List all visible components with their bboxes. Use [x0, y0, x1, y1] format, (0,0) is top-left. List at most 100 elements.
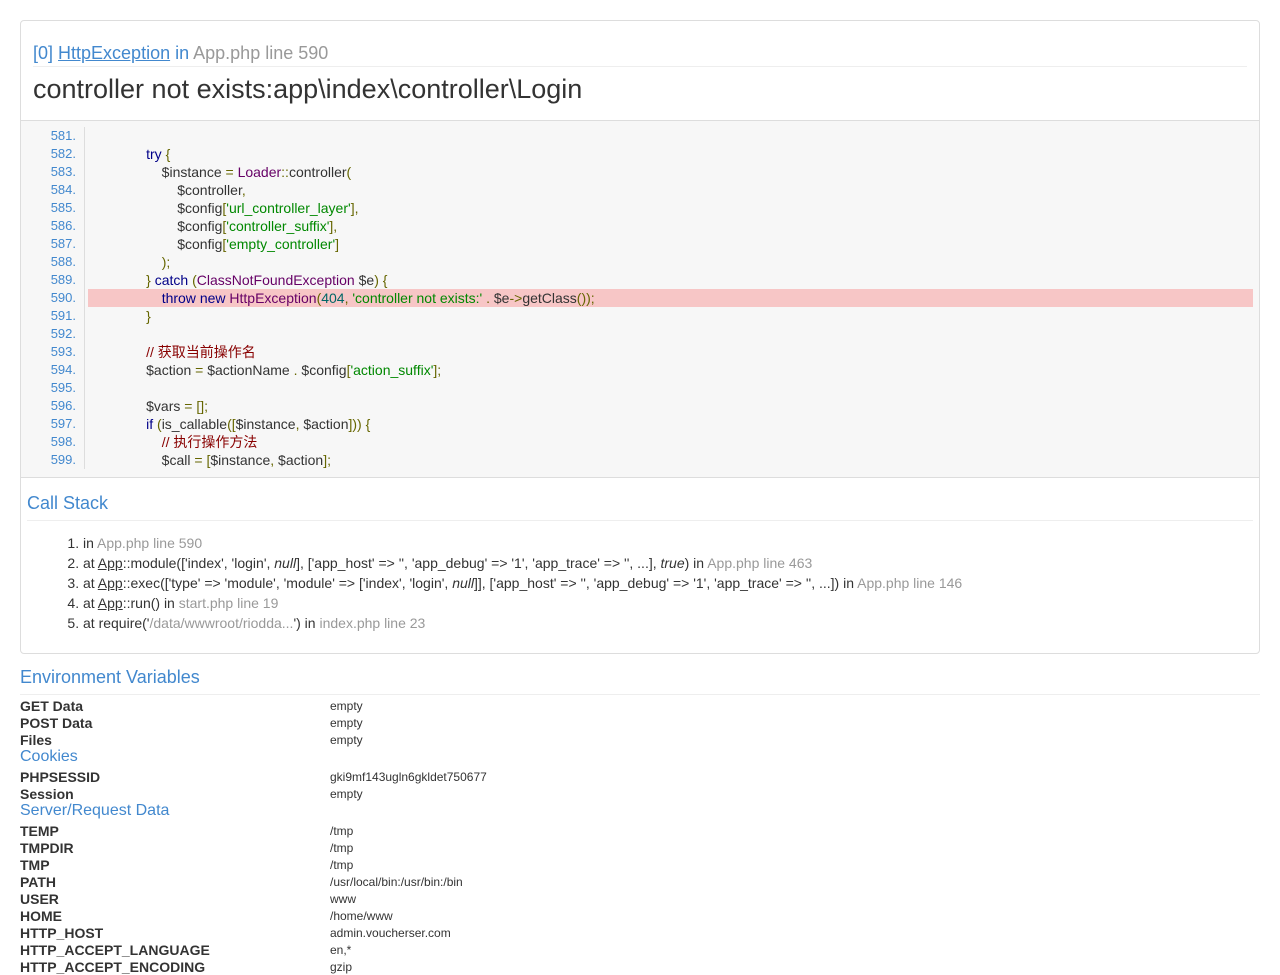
environment-table: TEMP/tmp TMPDIR/tmp TMP/tmp PATH/usr/local/… — [20, 822, 463, 975]
source-line: 582. try { — [21, 145, 1253, 163]
environment-row: USER www — [20, 890, 463, 907]
line-number: 587. — [21, 235, 85, 253]
environment-key: HTTP_ACCEPT_LANGUAGE — [20, 941, 210, 958]
environment-value: empty — [330, 786, 363, 801]
environment-value: en,* — [330, 942, 352, 957]
exception-panel: [0] HttpException in App.php line 590 co… — [20, 20, 1260, 654]
environment-title: Environment Variables — [20, 666, 1260, 695]
source-line: 585. $config['url_controller_layer'], — [21, 199, 1253, 217]
environment-key: TMP — [20, 856, 50, 873]
exception-index: [0] — [33, 43, 54, 63]
call-stack-item: at require('/data/wwwroot/riodda...') in… — [83, 613, 1253, 633]
environment-row: HTTP_ACCEPT_LANGUAGE en,* — [20, 941, 463, 958]
source-line: 590. throw new HttpException(404, 'contr… — [21, 289, 1253, 307]
line-code: // 获取当前操作名 — [146, 344, 256, 360]
source-code-list: 581. 582. try {583. $instance = Loader::c… — [21, 127, 1253, 469]
environment-value: empty — [330, 732, 363, 747]
line-code: $vars = []; — [115, 398, 208, 414]
line-number: 583. — [21, 163, 85, 181]
exception-class-link[interactable]: HttpException — [58, 43, 170, 63]
exception-header: [0] HttpException in App.php line 590 co… — [21, 21, 1259, 121]
call-stack-item: at App::module(['index', 'login', null],… — [83, 553, 1253, 573]
environment-row: TMPDIR/tmp — [20, 839, 463, 856]
line-number: 588. — [21, 253, 85, 271]
environment-value: empty — [330, 715, 363, 730]
line-number: 592. — [21, 325, 85, 343]
environment-value: admin.voucherser.com — [330, 925, 451, 940]
environment-value: /tmp — [330, 840, 354, 855]
line-code: $action = $actionName . $config['action_… — [115, 362, 442, 378]
environment-key: HTTP_ACCEPT_ENCODING — [20, 958, 206, 975]
environment-key: USER — [20, 890, 59, 907]
line-code: } — [146, 308, 151, 324]
call-stack-item: in App.php line 590 — [83, 533, 1253, 553]
line-code: throw new HttpException(404, 'controller… — [88, 289, 1253, 307]
line-code: ); — [161, 254, 171, 270]
line-code: $config['url_controller_layer'], — [115, 200, 359, 216]
environment-row: POST Data empty — [20, 714, 363, 731]
source-line: 599. $call = [$instance, $action]; — [21, 451, 1253, 469]
environment-row: Session empty — [20, 785, 487, 802]
call-stack-panel: Call Stack in App.php line 590at App::mo… — [21, 478, 1259, 653]
environment-body: GET Data empty POST Data empty Files empty Coo… — [20, 697, 1260, 975]
environment-row: GET Data empty — [20, 697, 363, 714]
environment-key: POST Data — [20, 714, 93, 731]
environment-row: HOME/home/www — [20, 907, 463, 924]
line-number: 585. — [21, 199, 85, 217]
source-line: 587. $config['empty_controller'] — [21, 235, 1253, 253]
exception-in-word: in — [175, 43, 190, 63]
environment-table: PHPSESSID gki9mf143ugln6gkldet750677 Sessi… — [20, 768, 487, 802]
environment-section-title: Server/Request Data — [20, 802, 170, 819]
line-code: } catch (ClassNotFoundException $e) { — [146, 272, 388, 288]
line-code: $call = [$instance, $action]; — [115, 452, 331, 468]
source-code-panel: 581. 582. try {583. $instance = Loader::c… — [21, 121, 1259, 478]
line-code: $config['controller_suffix'], — [115, 218, 338, 234]
environment-value: gzip — [330, 959, 353, 974]
source-line: 595. — [21, 379, 1253, 397]
line-number: 586. — [21, 217, 85, 235]
line-code: $instance = Loader::controller( — [115, 164, 352, 180]
environment-value: empty — [330, 698, 363, 713]
line-number: 594. — [21, 361, 85, 379]
environment-row: PHPSESSID gki9mf143ugln6gkldet750677 — [20, 768, 487, 785]
source-line: 581. — [21, 127, 1253, 145]
source-line: 583. $instance = Loader::controller( — [21, 163, 1253, 181]
page: [0] HttpException in App.php line 590 co… — [0, 0, 1280, 975]
environment-key: TMPDIR — [20, 839, 74, 856]
exception-file-line: App.php line 590 — [193, 43, 329, 63]
environment-table: GET Data empty POST Data empty Files empty — [20, 697, 363, 748]
environment-value: www — [330, 891, 356, 906]
line-number: 584. — [21, 181, 85, 199]
environment-section-title: Cookies — [20, 748, 78, 765]
environment-key: GET Data — [20, 697, 84, 714]
source-line: 584. $controller, — [21, 181, 1253, 199]
environment-value: gki9mf143ugln6gkldet750677 — [330, 769, 487, 784]
environment-key: PHPSESSID — [20, 768, 101, 785]
environment-key: PATH — [20, 873, 57, 890]
line-code: $controller, — [115, 182, 246, 198]
call-stack-item: at App::run() in start.php line 19 — [83, 593, 1253, 613]
source-line: 596. $vars = []; — [21, 397, 1253, 415]
environment-value: /tmp — [330, 857, 354, 872]
environment-value: /usr/local/bin:/usr/bin:/bin — [330, 874, 463, 889]
environment-key: HOME — [20, 907, 62, 924]
line-number: 595. — [21, 379, 85, 397]
environment-row: PATH/usr/local/bin:/usr/bin:/bin — [20, 873, 463, 890]
environment-key: TEMP — [20, 822, 59, 839]
line-number: 582. — [21, 145, 85, 163]
source-line: 598. // 执行操作方法 — [21, 433, 1253, 451]
environment-value: /home/www — [330, 908, 393, 923]
call-stack-list: in App.php line 590at App::module(['inde… — [27, 533, 1253, 633]
environment-row: TEMP/tmp — [20, 822, 463, 839]
environment-key: Session — [20, 785, 74, 802]
source-line: 589. } catch (ClassNotFoundException $e)… — [21, 271, 1253, 289]
environment-row: TMP/tmp — [20, 856, 463, 873]
call-stack-title: Call Stack — [27, 492, 1253, 521]
environment-row: HTTP_ACCEPT_ENCODING gzip — [20, 958, 463, 975]
environment-key: HTTP_HOST — [20, 924, 104, 941]
environment-key: Files — [20, 731, 52, 748]
line-code: $config['empty_controller'] — [115, 236, 340, 252]
